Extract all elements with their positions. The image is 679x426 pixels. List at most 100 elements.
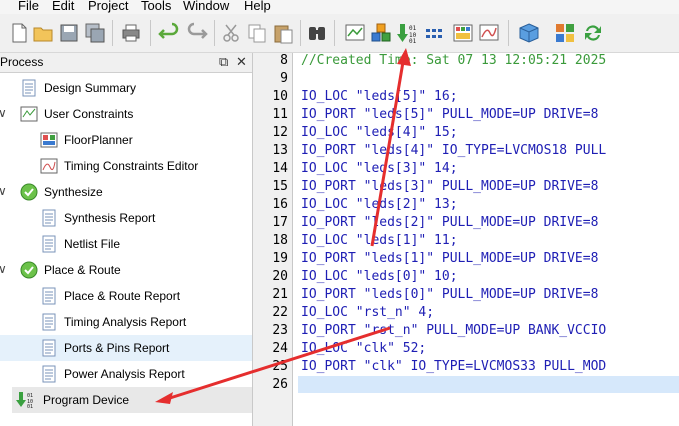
- process-item-ports-pins-report[interactable]: Ports & Pins Report: [0, 335, 252, 361]
- process-panel: Process ⧉ ✕ Design Summary ∨ User Constr…: [0, 53, 253, 426]
- find-icon[interactable]: [306, 22, 328, 44]
- toolbar-separator: [150, 20, 151, 46]
- menu-edit[interactable]: Edit: [52, 0, 74, 14]
- line-number: 20: [272, 269, 288, 284]
- chevron-down-icon[interactable]: ∨: [0, 184, 7, 198]
- synthesize-icon[interactable]: [370, 22, 392, 44]
- document-icon: [42, 209, 56, 227]
- toolbar-separator: [214, 20, 215, 46]
- process-item-place-route[interactable]: ∨ Place & Route: [0, 257, 252, 283]
- code-line[interactable]: IO_PORT "leds[4]" IO_TYPE=LVCMOS18 PULL: [301, 143, 606, 158]
- process-item-floorplanner[interactable]: FloorPlanner: [0, 127, 252, 153]
- code-line[interactable]: IO_PORT "leds[2]" PULL_MODE=UP DRIVE=8: [301, 215, 598, 230]
- process-panel-header: Process ⧉ ✕: [0, 53, 252, 73]
- process-item-label: Timing Analysis Report: [64, 315, 187, 329]
- refresh-icon[interactable]: [582, 22, 604, 44]
- process-item-power-analysis-report[interactable]: Power Analysis Report: [0, 361, 252, 387]
- document-icon: [42, 339, 56, 357]
- save-all-icon[interactable]: [84, 22, 106, 44]
- package-icon[interactable]: [518, 22, 540, 44]
- document-icon: [42, 313, 56, 331]
- line-number: 12: [272, 125, 288, 140]
- chevron-down-icon[interactable]: ∨: [0, 106, 7, 120]
- process-item-place-route-report[interactable]: Place & Route Report: [0, 283, 252, 309]
- code-line[interactable]: IO_LOC "leds[1]" 11;: [301, 233, 458, 248]
- process-item-synthesis-report[interactable]: Synthesis Report: [0, 205, 252, 231]
- line-number: 21: [272, 287, 288, 302]
- process-item-netlist-file[interactable]: Netlist File: [0, 231, 252, 257]
- code-line[interactable]: IO_PORT "clk" IO_TYPE=LVCMOS33 PULL_MOD: [301, 359, 606, 374]
- copy-icon[interactable]: [246, 22, 268, 44]
- code-comment-line[interactable]: //Created Time: Sat 07 13 12:05:21 2025: [301, 53, 606, 68]
- new-file-icon[interactable]: [8, 22, 30, 44]
- svg-text:01: 01: [27, 404, 33, 409]
- line-number: 19: [272, 251, 288, 266]
- line-number: 24: [272, 341, 288, 356]
- document-icon: [42, 365, 56, 383]
- process-item-label: Ports & Pins Report: [64, 341, 170, 355]
- float-panel-icon[interactable]: ⧉: [219, 54, 228, 70]
- process-item-label: User Constraints: [44, 107, 134, 121]
- code-line[interactable]: IO_LOC "rst_n" 4;: [301, 305, 434, 320]
- code-editor[interactable]: 8 9 10 11 12 13 14 15 16 17 18 19 20 21 22 23 24 25 26 //C…: [255, 53, 679, 426]
- code-line[interactable]: IO_PORT "leds[3]" PULL_MODE=UP DRIVE=8: [301, 179, 598, 194]
- print-icon[interactable]: [120, 22, 142, 44]
- code-line[interactable]: IO_LOC "leds[3]" 14;: [301, 161, 458, 176]
- menu-file[interactable]: File: [18, 0, 39, 14]
- redo-icon[interactable]: [186, 22, 208, 44]
- line-number: 9: [280, 71, 288, 86]
- close-panel-icon[interactable]: ✕: [236, 54, 247, 70]
- process-item-label: Place & Route Report: [64, 289, 181, 303]
- process-item-timing-constraints-editor[interactable]: Timing Constraints Editor: [0, 153, 252, 179]
- process-item-program-device[interactable]: 01 10 01 Program Device: [12, 387, 252, 413]
- menu-help[interactable]: Help: [244, 0, 271, 14]
- code-line[interactable]: IO_LOC "leds[2]" 13;: [301, 197, 458, 212]
- floorplan-icon[interactable]: [554, 22, 576, 44]
- line-number: 13: [272, 143, 288, 158]
- process-item-label: Power Analysis Report: [64, 367, 185, 381]
- timing-editor-icon: [40, 158, 58, 174]
- code-line[interactable]: IO_LOC "leds[0]" 10;: [301, 269, 458, 284]
- report-icon[interactable]: [452, 22, 474, 44]
- process-item-synthesize[interactable]: ∨ Synthesize: [0, 179, 252, 205]
- code-line[interactable]: IO_LOC "leds[4]" 15;: [301, 125, 458, 140]
- process-item-label: Synthesize: [44, 185, 103, 199]
- process-panel-title: Process: [0, 55, 44, 69]
- save-icon[interactable]: [58, 22, 80, 44]
- line-number: 26: [272, 377, 288, 392]
- code-line[interactable]: IO_PORT "rst_n" PULL_MODE=UP BANK_VCCIO: [301, 323, 606, 338]
- code-line[interactable]: IO_LOC "leds[5]" 16;: [301, 89, 458, 104]
- cut-icon[interactable]: [220, 22, 242, 44]
- undo-icon[interactable]: [158, 22, 180, 44]
- process-item-timing-analysis-report[interactable]: Timing Analysis Report: [0, 309, 252, 335]
- line-number: 22: [272, 305, 288, 320]
- menu-tools[interactable]: Tools: [141, 0, 171, 14]
- line-number: 25: [272, 359, 288, 374]
- menu-project[interactable]: Project: [88, 0, 128, 14]
- timing-icon[interactable]: [478, 22, 500, 44]
- process-item-design-summary[interactable]: Design Summary: [0, 75, 252, 101]
- document-icon: [42, 287, 56, 305]
- line-number: 17: [272, 215, 288, 230]
- pinout-icon[interactable]: [424, 22, 446, 44]
- schematic-icon[interactable]: [344, 22, 366, 44]
- code-line[interactable]: IO_PORT "leds[0]" PULL_MODE=UP DRIVE=8: [301, 287, 598, 302]
- paste-icon[interactable]: [272, 22, 294, 44]
- code-line[interactable]: IO_PORT "leds[1]" PULL_MODE=UP DRIVE=8: [301, 251, 598, 266]
- chevron-down-icon[interactable]: ∨: [0, 262, 7, 276]
- open-folder-icon[interactable]: [32, 22, 54, 44]
- process-item-label: Netlist File: [64, 237, 121, 251]
- process-item-user-constraints[interactable]: ∨ User Constraints: [0, 101, 252, 127]
- process-item-label: Program Device: [43, 393, 130, 407]
- menu-bar: File Edit Project Tools Window Help: [0, 0, 679, 14]
- document-icon: [42, 235, 56, 253]
- program-device-icon[interactable]: 011001: [396, 22, 418, 44]
- menu-window[interactable]: Window: [183, 0, 229, 14]
- line-number: 11: [272, 107, 288, 122]
- constraints-icon: [20, 106, 38, 122]
- code-line[interactable]: IO_PORT "leds[5]" PULL_MODE=UP DRIVE=8: [301, 107, 598, 122]
- line-number: 16: [272, 197, 288, 212]
- line-number: 14: [272, 161, 288, 176]
- code-line[interactable]: IO_LOC "clk" 52;: [301, 341, 426, 356]
- line-number: 8: [280, 53, 288, 68]
